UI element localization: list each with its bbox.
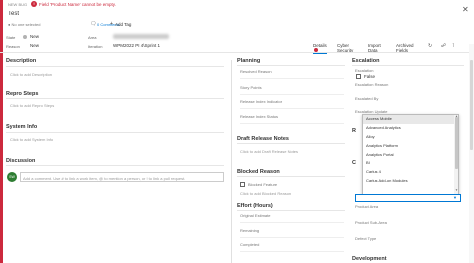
release-index-status-field[interactable] [240, 123, 344, 124]
dropdown-option[interactable]: Access Mobile [363, 115, 458, 124]
assigned-to-value: No one selected [11, 22, 41, 27]
system-info-divider [6, 132, 224, 133]
blocked-feature-label: Blocked Feature [248, 182, 278, 187]
escalation-checkbox[interactable] [356, 74, 361, 79]
blocked-feature-checkbox[interactable] [240, 182, 245, 187]
discussion-placeholder: Add a comment. Use # to link a work item… [23, 175, 186, 181]
story-points-field[interactable] [240, 94, 344, 95]
original-estimate-label: Original Estimate [240, 213, 271, 218]
dropdown-option[interactable]: Analytics Portal [363, 151, 458, 160]
system-info-editor[interactable]: Click to add System Info [10, 137, 53, 142]
dropdown-option[interactable]: Advanced Analytics [363, 124, 458, 133]
product-name-dropdown-list: Access Mobile Advanced Analytics Alloy A… [362, 114, 459, 196]
product-area-label: Product Area [355, 204, 379, 209]
header-divider [0, 52, 469, 53]
escalated-by-label: Escalated By [355, 96, 379, 101]
remaining-field[interactable] [240, 237, 344, 238]
reason-dropdown[interactable]: New [30, 43, 39, 48]
area-dropdown[interactable] [113, 34, 169, 39]
resolved-reason-field[interactable] [240, 78, 344, 79]
discussion-input[interactable]: Add a comment. Use # to link a work item… [20, 172, 224, 182]
development-heading: Development [352, 256, 387, 262]
add-icon: + [110, 21, 113, 27]
story-points-label: Story Points [240, 85, 262, 90]
avatar: SW [7, 172, 17, 182]
add-tag-button[interactable]: Add Tag [115, 22, 131, 27]
link-icon[interactable]: ☍ [441, 43, 446, 49]
draft-divider [237, 143, 345, 144]
scroll-down-icon[interactable]: ▼ [455, 188, 458, 192]
assigned-to-field[interactable]: ● No one selected [8, 22, 40, 27]
release-index-indicator-field[interactable] [240, 108, 344, 109]
product-name-combobox[interactable] [355, 194, 461, 202]
iteration-dropdown[interactable]: WPM2022 PI 4\Sprint 1 [113, 43, 160, 48]
dropdown-option[interactable]: Analytics Platform [363, 142, 458, 151]
dropdown-option[interactable]: BI [363, 159, 458, 168]
repro-steps-editor[interactable]: Click to add Repro Steps [10, 103, 54, 108]
bug-accent-bar [0, 0, 3, 263]
completed-field[interactable] [240, 251, 344, 252]
dropdown-option[interactable]: Carlus Add-on Modules [363, 177, 458, 186]
validation-error-message: Field 'Product Name' cannot be empty. [39, 2, 116, 7]
work-item-type-label: NEW BUG [8, 2, 28, 7]
user-icon: ● [8, 22, 11, 27]
escalation-reason-label: Escalation Reason [355, 82, 389, 87]
close-icon[interactable]: ✕ [462, 5, 469, 14]
description-heading: Description [6, 58, 37, 64]
blocked-divider [237, 176, 345, 177]
area-label: Area [88, 35, 97, 40]
effort-divider [237, 210, 345, 211]
page-scrollbar-thumb[interactable] [470, 60, 473, 150]
completed-label: Completed [240, 242, 260, 247]
blocked-reason-heading: Blocked Reason [237, 169, 280, 175]
escalation-label: Escalation [355, 68, 374, 73]
release-index-status-label: Release Index Status [240, 114, 279, 119]
remaining-label: Remaining [240, 228, 260, 233]
escalation-value: False [364, 74, 376, 79]
discussion-divider [6, 165, 224, 166]
state-label: State [6, 35, 16, 40]
error-icon: ! [31, 1, 37, 7]
history-icon[interactable]: ↻ [428, 43, 432, 49]
description-divider [6, 66, 224, 67]
blocked-reason-editor[interactable]: Click to add Blocked Reason [240, 191, 291, 196]
discussion-heading: Discussion [6, 158, 36, 164]
system-info-heading: System Info [6, 124, 38, 130]
escalation-divider [352, 65, 464, 66]
attachment-icon[interactable]: ⊺ [452, 43, 455, 49]
comment-icon: 🗨 [90, 21, 97, 27]
planning-divider [237, 65, 345, 66]
partial-heading-c: C [352, 160, 356, 166]
chevron-down-icon[interactable]: ▼ [453, 195, 457, 200]
effort-heading: Effort (Hours) [237, 203, 273, 209]
iteration-label: Iteration [88, 44, 103, 49]
release-index-indicator-label: Release Index Indicator [240, 99, 283, 104]
title-field[interactable] [8, 9, 418, 19]
defect-type-label: Defect Type [355, 236, 377, 241]
repro-divider [6, 98, 224, 99]
dropdown-option[interactable]: Alloy [363, 133, 458, 142]
original-estimate-field[interactable] [240, 222, 344, 223]
state-dropdown[interactable]: New [30, 34, 39, 39]
product-sub-area-label: Product Sub-Area [355, 220, 387, 225]
planning-heading: Planning [237, 58, 261, 64]
column-divider [231, 60, 232, 263]
partial-heading-r: R [352, 128, 356, 134]
resolved-reason-label: Resolved Reason [240, 69, 272, 74]
reason-label: Reason [6, 44, 20, 49]
state-dot [23, 35, 27, 39]
draft-release-notes-editor[interactable]: Click to add Draft Release Notes [240, 149, 298, 154]
description-editor[interactable]: Click to add Description [10, 72, 52, 77]
scroll-up-icon[interactable]: ▲ [455, 114, 458, 118]
draft-release-notes-heading: Draft Release Notes [237, 136, 289, 142]
repro-steps-heading: Repro Steps [6, 91, 39, 97]
dropdown-scrollbar-thumb[interactable] [454, 117, 458, 169]
escalation-heading: Escalation [352, 58, 380, 64]
dropdown-option[interactable]: Carlus 4 [363, 168, 458, 177]
